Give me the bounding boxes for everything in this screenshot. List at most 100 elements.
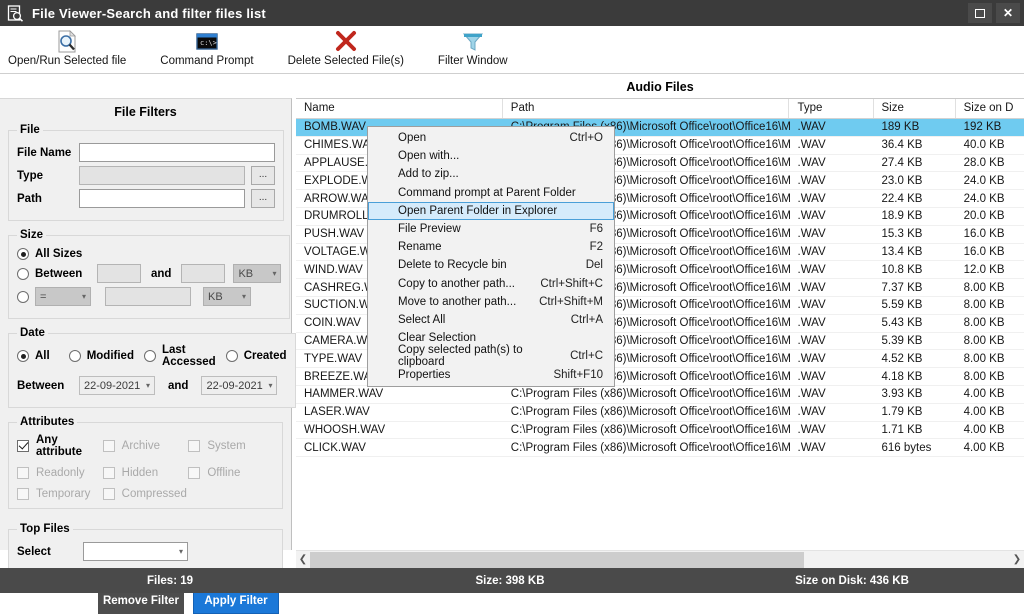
column-header-name[interactable]: Name bbox=[296, 99, 503, 118]
checkbox-any-attribute[interactable] bbox=[17, 440, 29, 452]
column-header-size[interactable]: Size bbox=[874, 99, 956, 118]
date-to-picker[interactable]: 22-09-2021 ▾ bbox=[201, 376, 278, 395]
toolbar-label: Filter Window bbox=[437, 55, 508, 67]
attribute-system[interactable]: System bbox=[188, 434, 274, 458]
menu-item-shortcut: Del bbox=[585, 259, 603, 272]
attribute-temporary[interactable]: Temporary bbox=[17, 488, 103, 500]
scrollbar-thumb[interactable] bbox=[310, 551, 804, 568]
size-compare-input[interactable] bbox=[105, 287, 191, 306]
checkbox-compressed[interactable] bbox=[102, 488, 115, 500]
toolbar-label: Open/Run Selected file bbox=[8, 55, 127, 67]
chevron-down-icon: ▾ bbox=[272, 269, 277, 278]
menu-item-shortcut: F6 bbox=[589, 223, 603, 236]
horizontal-scrollbar[interactable]: ❮ ❯ bbox=[296, 550, 1024, 568]
chevron-down-icon: ▾ bbox=[241, 292, 246, 301]
type-input[interactable] bbox=[79, 166, 245, 185]
scroll-left-icon[interactable]: ❮ bbox=[296, 554, 310, 565]
close-button[interactable]: ✕ bbox=[996, 3, 1020, 23]
restore-button[interactable] bbox=[968, 3, 992, 23]
menu-item[interactable]: Open Ctrl+O bbox=[368, 129, 614, 147]
table-row[interactable]: HAMMER.WAV C:\Program Files (x86)\Microso… bbox=[296, 386, 1024, 404]
menu-item[interactable]: Delete to Recycle bin Del bbox=[368, 256, 614, 274]
column-header-path[interactable]: Path bbox=[503, 99, 790, 118]
table-row[interactable]: WHOOSH.WAV C:\Program Files (x86)\Microso… bbox=[296, 422, 1024, 440]
scrollbar-track[interactable] bbox=[310, 551, 1010, 568]
cell-size: 36.4 KB bbox=[881, 139, 923, 152]
attribute-compressed[interactable]: Compressed bbox=[102, 488, 189, 500]
radio-date-modified[interactable] bbox=[68, 350, 81, 362]
attribute-any-attribute[interactable]: Any attribute bbox=[17, 434, 103, 458]
radio-size-compare[interactable] bbox=[17, 290, 29, 303]
column-header-size-on-disk[interactable]: Size on D bbox=[956, 99, 1024, 118]
top-files-select[interactable]: ▾ bbox=[83, 542, 188, 561]
cell-size-on-disk: 40.0 KB bbox=[963, 139, 1005, 152]
menu-item[interactable]: Select All Ctrl+A bbox=[368, 311, 614, 329]
menu-item[interactable]: Rename F2 bbox=[368, 238, 614, 256]
table-row[interactable]: LASER.WAV C:\Program Files (x86)\Microsof… bbox=[296, 404, 1024, 422]
page-title-text: Audio Files bbox=[626, 80, 694, 94]
radio-date-all[interactable] bbox=[17, 350, 29, 362]
cell-size-on-disk: 8.00 KB bbox=[963, 334, 1005, 347]
size-between-unit-select[interactable]: KB ▾ bbox=[233, 264, 282, 283]
scroll-right-icon[interactable]: ❯ bbox=[1010, 554, 1024, 565]
cell-size: 18.9 KB bbox=[881, 210, 923, 223]
cell-size: 10.8 KB bbox=[881, 263, 923, 276]
attribute-offline[interactable]: Offline bbox=[188, 467, 274, 479]
cell-size: 4.18 KB bbox=[881, 370, 923, 383]
file-search-icon bbox=[6, 4, 24, 22]
toolbar-delete-selected-files[interactable]: Delete Selected File(s) bbox=[282, 26, 410, 74]
checkbox-offline[interactable] bbox=[188, 467, 201, 479]
date-from-picker[interactable]: 22-09-2021 ▾ bbox=[79, 376, 155, 395]
cell-type: .WAV bbox=[797, 210, 826, 223]
date-from-value: 22-09-2021 bbox=[84, 379, 141, 392]
path-input[interactable] bbox=[79, 189, 245, 208]
checkbox-archive[interactable] bbox=[102, 440, 115, 452]
menu-item[interactable]: Copy selected path(s) to clipboard Ctrl+C bbox=[368, 344, 614, 369]
size-between-from-input[interactable] bbox=[97, 264, 141, 283]
menu-item-label: Add to zip... bbox=[398, 168, 459, 181]
checkbox-readonly[interactable] bbox=[17, 467, 29, 479]
menu-item-label: Copy selected path(s) to clipboard bbox=[398, 344, 523, 369]
radio-date-last-accessed[interactable] bbox=[143, 350, 156, 362]
size-compare-unit-select[interactable]: KB ▾ bbox=[203, 287, 251, 306]
checkbox-temporary[interactable] bbox=[17, 488, 29, 500]
toolbar-filter-window[interactable]: Filter Window bbox=[432, 26, 514, 74]
toolbar-command-prompt[interactable]: c:\> Command Prompt bbox=[154, 26, 259, 74]
date-created-label: Created bbox=[243, 350, 287, 362]
attribute-readonly[interactable]: Readonly bbox=[17, 467, 103, 479]
cell-size: 616 bytes bbox=[881, 441, 932, 454]
cell-size: 13.4 KB bbox=[881, 245, 923, 258]
size-between-to-input[interactable] bbox=[181, 264, 226, 283]
table-row[interactable]: CLICK.WAV C:\Program Files (x86)\Microsof… bbox=[296, 439, 1024, 458]
menu-item[interactable]: Move to another path... Ctrl+Shift+M bbox=[368, 293, 614, 311]
radio-all-sizes[interactable] bbox=[17, 248, 29, 260]
cell-size: 3.93 KB bbox=[881, 388, 923, 401]
chevron-down-icon: ▾ bbox=[268, 381, 273, 390]
cell-size-on-disk: 4.00 KB bbox=[963, 406, 1005, 419]
checkbox-hidden[interactable] bbox=[102, 467, 115, 479]
column-header-type[interactable]: Type bbox=[789, 99, 874, 118]
path-browse-button[interactable]: ... bbox=[251, 189, 275, 208]
menu-item[interactable]: File Preview F6 bbox=[368, 220, 614, 238]
attribute-label: Readonly bbox=[36, 467, 85, 479]
checkbox-system[interactable] bbox=[188, 440, 201, 452]
cell-size-on-disk: 8.00 KB bbox=[963, 317, 1005, 330]
file-context-menu: Open Ctrl+O Open with... Add to zip... Comma… bbox=[367, 126, 615, 387]
menu-item[interactable]: Open with... bbox=[368, 147, 614, 165]
menu-item[interactable]: Open Parent Folder in Explorer bbox=[368, 201, 614, 220]
file-name-input[interactable] bbox=[79, 143, 275, 162]
menu-item[interactable]: Copy to another path... Ctrl+Shift+C bbox=[368, 275, 614, 293]
menu-item[interactable]: Command prompt at Parent Folder bbox=[368, 184, 614, 202]
type-browse-button[interactable]: ... bbox=[251, 166, 275, 185]
attribute-archive[interactable]: Archive bbox=[102, 434, 189, 458]
size-operator-select[interactable]: = ▾ bbox=[35, 287, 91, 306]
radio-date-created[interactable] bbox=[225, 350, 238, 362]
cell-type: .WAV bbox=[797, 423, 826, 436]
cell-path: C:\Program Files (x86)\Microsoft Office\… bbox=[510, 388, 790, 401]
cell-size: 23.0 KB bbox=[881, 174, 923, 187]
radio-size-between[interactable] bbox=[17, 267, 29, 280]
svg-text:c:\>: c:\> bbox=[200, 39, 217, 47]
toolbar-open-run-selected-file[interactable]: Open/Run Selected file bbox=[2, 26, 132, 74]
attribute-hidden[interactable]: Hidden bbox=[102, 467, 189, 479]
menu-item[interactable]: Add to zip... bbox=[368, 165, 614, 183]
